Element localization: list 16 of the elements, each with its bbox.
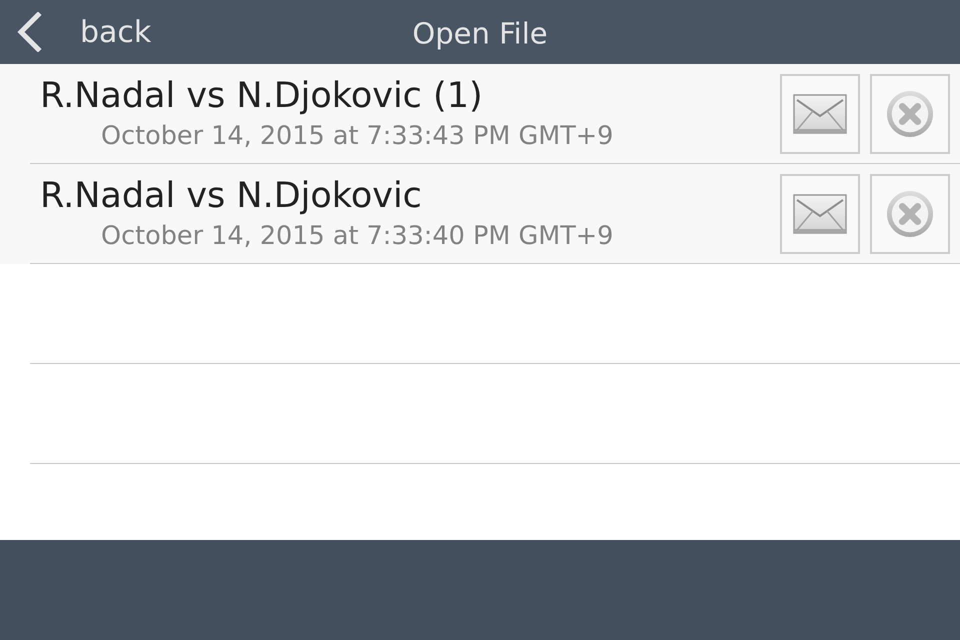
file-name: R.Nadal vs N.Djokovic (1) (40, 76, 483, 116)
close-icon (886, 190, 934, 238)
email-button[interactable] (780, 174, 860, 254)
delete-button[interactable] (870, 74, 950, 154)
file-row[interactable]: R.Nadal vs N.Djokovic (1) October 14, 2015 at 7:33:43 PM GMT+9 (0, 64, 960, 164)
envelope-icon (793, 94, 847, 134)
envelope-icon (793, 194, 847, 234)
file-name: R.Nadal vs N.Djokovic (40, 176, 422, 216)
back-button[interactable]: back (0, 0, 152, 64)
close-icon (886, 90, 934, 138)
delete-button[interactable] (870, 174, 950, 254)
file-row[interactable]: R.Nadal vs N.Djokovic October 14, 2015 at 7:33:40 PM GMT+9 (0, 164, 960, 264)
screen-title: Open File (412, 16, 548, 50)
email-button[interactable] (780, 74, 860, 154)
file-date: October 14, 2015 at 7:33:40 PM GMT+9 (101, 220, 614, 252)
file-date: October 14, 2015 at 7:33:43 PM GMT+9 (101, 120, 614, 152)
